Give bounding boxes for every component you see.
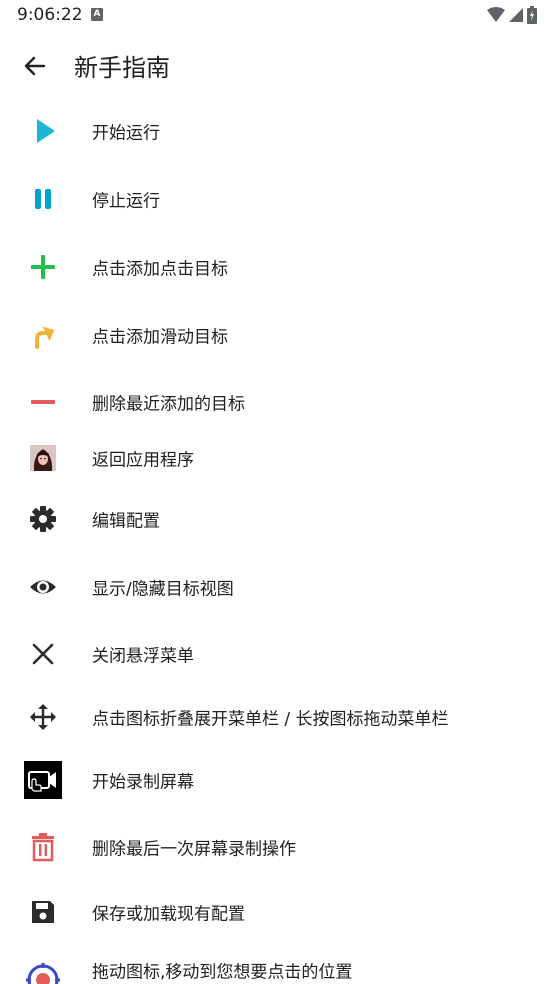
- guide-item-label: 点击添加滑动目标: [92, 327, 228, 348]
- guide-item-stop: 停止运行: [0, 179, 553, 219]
- app-avatar-icon: [23, 438, 63, 478]
- signal-icon: [509, 8, 523, 22]
- guide-item-add-swipe: 点击添加滑动目标: [0, 315, 553, 355]
- arrow-back-icon: [24, 56, 46, 76]
- guide-item-edit-config: 编辑配置: [0, 499, 553, 539]
- trash-icon: [23, 827, 63, 867]
- guide-item-label: 拖动图标,移动到您想要点击的位置: [92, 962, 353, 983]
- gear-icon: [23, 499, 63, 539]
- record-screen-icon: [23, 760, 63, 800]
- page-title: 新手指南: [74, 54, 170, 82]
- plus-icon: [23, 247, 63, 287]
- guide-item-close-menu: 关闭悬浮菜单: [0, 634, 553, 674]
- eye-icon: [23, 567, 63, 607]
- status-time: 9:06:22: [17, 5, 83, 25]
- close-icon: [23, 634, 63, 674]
- minus-icon: [23, 382, 63, 422]
- guide-item-back-to-app: 返回应用程序: [0, 438, 553, 478]
- guide-item-save-load: 保存或加载现有配置: [0, 892, 553, 932]
- guide-screen: 9:06:22 A 新手指南 开始运行 停止运行 点击添加点击目标 点击添加滑动…: [0, 0, 553, 984]
- guide-item-move-menu: 点击图标折叠展开菜单栏 / 长按图标拖动菜单栏: [0, 697, 553, 737]
- guide-item-start-recording: 开始录制屏幕: [0, 760, 553, 800]
- guide-item-toggle-view: 显示/隐藏目标视图: [0, 567, 553, 607]
- guide-item-label: 删除最后一次屏幕录制操作: [92, 839, 296, 860]
- guide-item-label: 停止运行: [92, 191, 160, 212]
- guide-item-label: 开始录制屏幕: [92, 772, 194, 793]
- guide-item-start: 开始运行: [0, 111, 553, 151]
- guide-item-delete-last: 删除最近添加的目标: [0, 382, 553, 422]
- app-bar: 新手指南: [0, 32, 553, 98]
- guide-item-drag-target: 拖动图标,移动到您想要点击的位置: [0, 950, 553, 984]
- wifi-icon: [487, 7, 505, 22]
- guide-item-label: 删除最近添加的目标: [92, 394, 245, 415]
- guide-item-label: 返回应用程序: [92, 450, 194, 471]
- guide-item-label: 保存或加载现有配置: [92, 904, 245, 925]
- guide-item-label: 点击图标折叠展开菜单栏 / 长按图标拖动菜单栏: [92, 709, 449, 730]
- guide-item-label: 关闭悬浮菜单: [92, 646, 194, 667]
- guide-item-delete-recording: 删除最后一次屏幕录制操作: [0, 827, 553, 867]
- status-icons: [487, 6, 537, 24]
- move-icon: [23, 697, 63, 737]
- guide-item-label: 开始运行: [92, 123, 160, 144]
- battery-icon: [527, 6, 537, 24]
- pause-icon: [23, 179, 63, 219]
- swipe-arrow-icon: [23, 315, 63, 355]
- guide-item-label: 显示/隐藏目标视图: [92, 579, 234, 600]
- back-button[interactable]: [20, 51, 50, 81]
- guide-item-label: 编辑配置: [92, 511, 160, 532]
- guide-item-label: 点击添加点击目标: [92, 259, 228, 280]
- target-icon: [23, 960, 63, 984]
- save-icon: [23, 892, 63, 932]
- play-icon: [23, 111, 63, 151]
- status-bar: 9:06:22 A: [0, 0, 553, 32]
- notification-icon: A: [91, 8, 103, 21]
- guide-item-add-click: 点击添加点击目标: [0, 247, 553, 287]
